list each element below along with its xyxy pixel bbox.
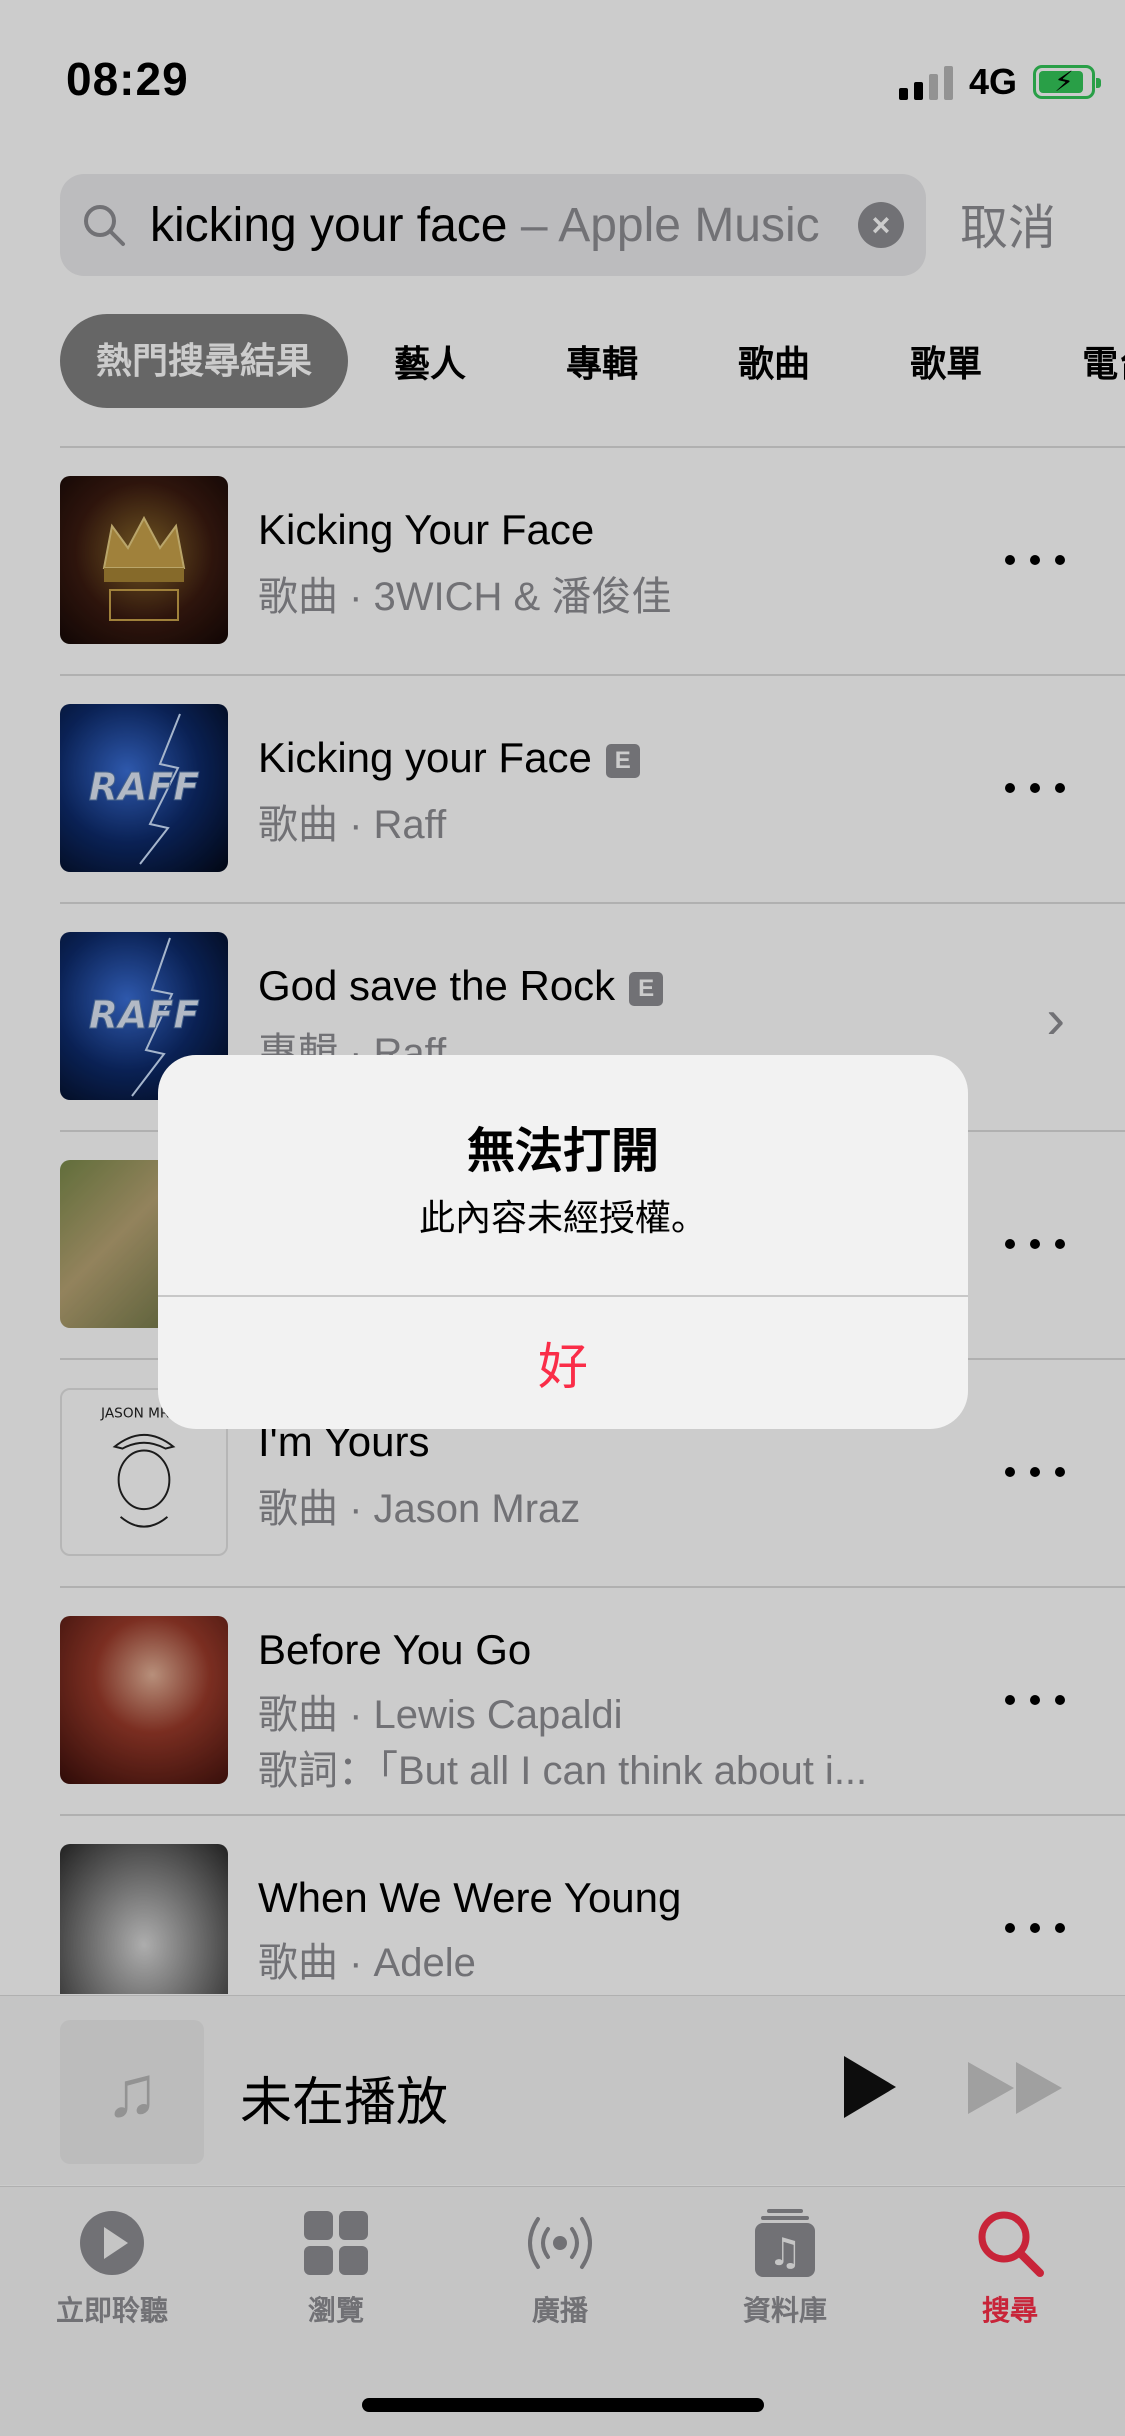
home-indicator[interactable] [362, 2398, 764, 2412]
alert-ok-button[interactable]: 好 [158, 1297, 968, 1429]
alert-title: 無法打開 [466, 1125, 659, 1178]
alert-dialog: 無法打開 此內容未經授權。 好 [158, 1055, 968, 1429]
alert-message: 此內容未經授權。 [418, 1197, 707, 1238]
